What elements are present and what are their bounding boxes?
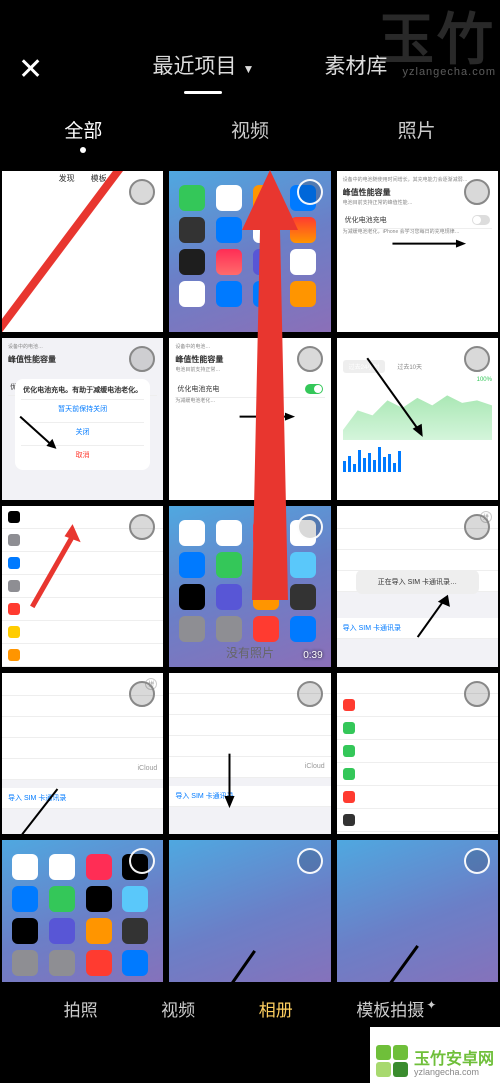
r-ft: FaceTime 通话 [359,769,406,779]
media-grid: 发现 模板 设备中的电池随使用时间增长，其充电能力会逐渐减弱… 峰值性能容量 电… [0,151,500,1002]
thumb-3[interactable]: 设备中的电池随使用时间增长，其充电能力会逐渐减弱… 峰值性能容量 电池目前支持正… [337,171,498,332]
select-circle[interactable] [297,179,323,205]
thumb-5[interactable]: 设备中的电池… 峰值性能容量 电池目前支持正常… 优化电池充电 为减缓电池老化… [169,338,330,499]
thumb-13[interactable]: 0:39 [2,840,163,1001]
tab-recent[interactable]: 最近项目 ▼ [153,50,255,90]
r-rem2: 提醒事项 [343,678,371,688]
thumb-4[interactable]: 设备中的电池… 峰值性能容量 优化电… 优化电池充电。有助于减缓电池老化。 暂天… [2,338,163,499]
watermark-top: 玉竹 yzlangecha.com [378,0,496,78]
thumb-10[interactable]: 排列顺序拼 显示顺序 短名称 我的信息 默认帐户iCloud 导入 SIM 卡通… [2,673,163,834]
r-phone: 电话 [359,723,373,733]
thumb-6[interactable]: 电池健康 过去24小时 过去10天 上次充电至100% [337,338,498,499]
watermark-logo: 玉竹安卓网 yzlangecha.com [376,1045,494,1077]
thumb-2[interactable] [169,171,330,332]
thumb-9[interactable]: 显示顺序拼 排序顺序 短名称 我的信息 正在导入 SIM 卡通讯录… 导入 SI… [337,506,498,667]
close-button[interactable]: ✕ [18,55,58,85]
thumb-8[interactable]: 0:39 没有照片 [169,506,330,667]
select-circle[interactable] [297,514,323,540]
thumb-12[interactable]: 提醒事项 语音备忘录 电话 信息 FaceTime 通话 指南针 测距仪 Saf… [337,673,498,834]
thumb-11[interactable]: 排列顺序 显示顺序 短名称 我的信息 默认帐户iCloud 导入 SIM 卡通讯… [169,673,330,834]
filter-all[interactable]: 全部 [64,116,102,143]
wm-brand: 玉竹安卓网 [414,1045,494,1069]
filter-video[interactable]: 视频 [231,116,269,143]
select-circle[interactable] [464,681,490,707]
thumb-7[interactable]: 钱包与 Apple Pay 密码与帐户 邮件 通讯录 日历 备忘录 提醒事项 语… [2,506,163,667]
tab-recent-label: 最近项目 [153,55,237,78]
r-msg: 信息 [359,746,373,756]
btab-template-label: 模板拍摄 [356,1001,424,1020]
r-measure: 测距仪 [359,815,380,825]
r-voice2: 语音备忘录 [359,700,394,710]
wm-big: 玉竹 [378,0,496,76]
chevron-down-icon: ▼ [243,62,255,76]
btab-shoot[interactable]: 拍照 [64,996,98,1021]
thumb-14[interactable] [169,840,330,1001]
thumb-1[interactable]: 发现 模板 [2,171,163,332]
filter-photo[interactable]: 照片 [398,116,436,143]
logo-icon [376,1045,408,1077]
thumb-15[interactable] [337,840,498,1001]
r-compass: 指南针 [359,792,380,802]
no-photos-label: 没有照片 [169,644,330,661]
